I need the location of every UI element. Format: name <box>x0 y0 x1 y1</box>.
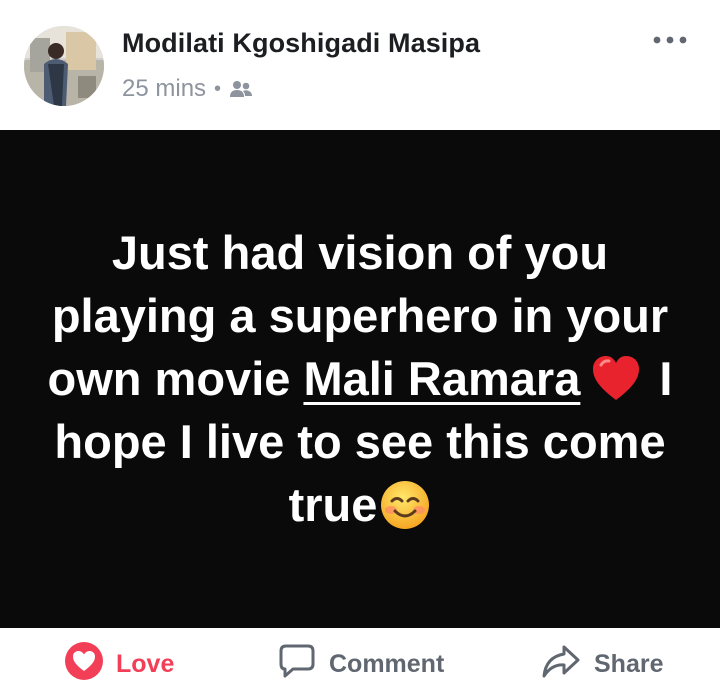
comment-icon <box>277 641 317 688</box>
status-background-card: Just had vision of you playing a superhe… <box>0 130 720 628</box>
friends-icon[interactable] <box>229 79 253 99</box>
facebook-post: Modilati Kgoshigadi Masipa 25 mins • Jus… <box>0 0 720 700</box>
love-reaction-icon <box>64 641 104 688</box>
red-heart-icon <box>590 353 642 405</box>
tagged-person-link[interactable]: Mali Ramara <box>303 352 580 405</box>
share-button[interactable]: Share <box>540 628 663 700</box>
meta-separator: • <box>214 78 222 100</box>
share-label: Share <box>594 649 664 678</box>
author-avatar[interactable] <box>24 26 104 106</box>
action-bar: Love Comment Share <box>0 628 720 700</box>
love-label: Love <box>116 649 175 678</box>
avatar-photo <box>24 26 104 106</box>
comment-label: Comment <box>329 649 445 678</box>
post-timestamp[interactable]: 25 mins <box>122 75 206 103</box>
more-options-icon[interactable] <box>640 20 700 60</box>
comment-button[interactable]: Comment <box>277 628 444 700</box>
smiling-face-icon <box>379 479 431 531</box>
share-icon <box>540 641 582 688</box>
love-button[interactable]: Love <box>64 628 174 700</box>
post-header: Modilati Kgoshigadi Masipa 25 mins • <box>0 0 720 130</box>
author-name[interactable]: Modilati Kgoshigadi Masipa <box>122 28 480 59</box>
status-text: Just had vision of you playing a superhe… <box>40 221 680 536</box>
post-meta: 25 mins • <box>122 74 253 104</box>
